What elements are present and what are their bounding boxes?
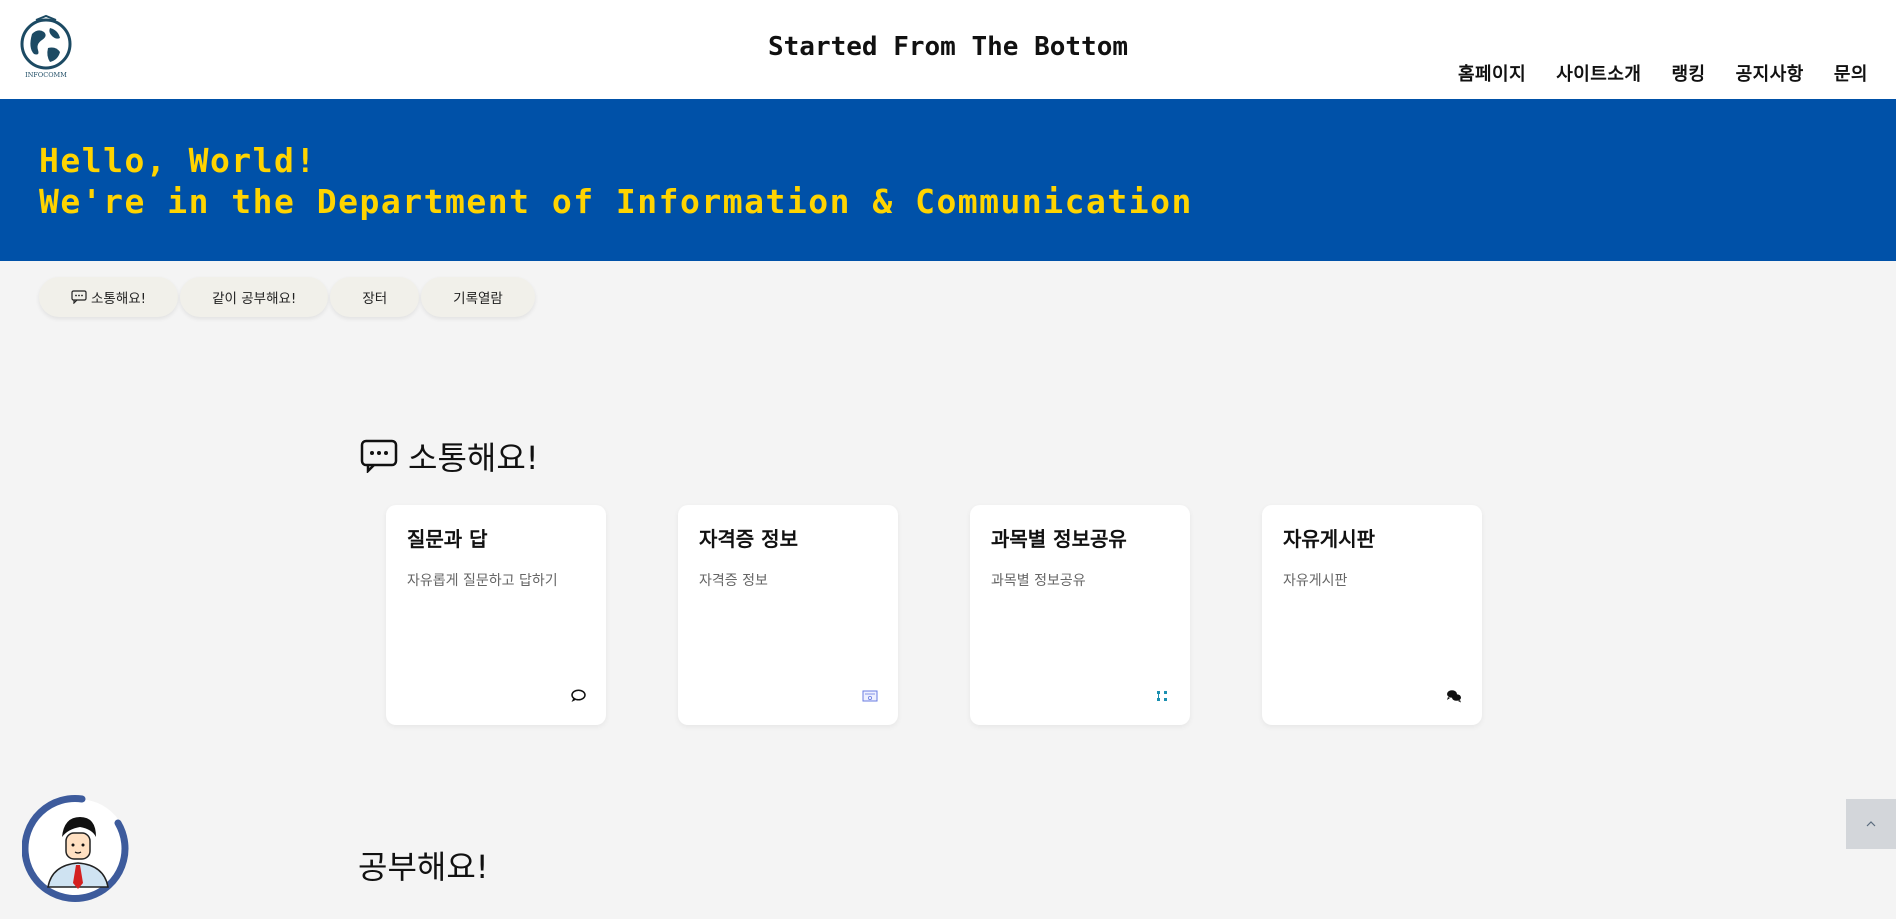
share-nodes-icon bbox=[1157, 691, 1167, 701]
section-title-text: 공부해요! bbox=[358, 848, 489, 886]
nav-home[interactable]: 홈페이지 bbox=[1458, 60, 1526, 86]
pill-label: 장터 bbox=[362, 291, 388, 307]
card-desc: 자유롭게 질문하고 답하기 bbox=[407, 573, 558, 589]
card-subject-share[interactable]: 과목별 정보공유 과목별 정보공유 bbox=[970, 505, 1190, 725]
chat-dots-icon bbox=[71, 290, 87, 304]
pill-communicate[interactable]: 소통해요! bbox=[39, 277, 179, 317]
nav-about[interactable]: 사이트소개 bbox=[1556, 60, 1641, 86]
chat-dots-icon bbox=[360, 439, 398, 473]
certificate-icon bbox=[862, 690, 878, 702]
pill-label: 기록열람 bbox=[453, 291, 503, 307]
comments-icon bbox=[1447, 690, 1461, 703]
section-title-study: 공부해요! bbox=[358, 842, 489, 888]
card-free-board[interactable]: 자유게시판 자유게시판 bbox=[1262, 505, 1482, 725]
site-title[interactable]: Started From The Bottom bbox=[0, 32, 1896, 62]
main-nav: 홈페이지 사이트소개 랭킹 공지사항 문의 bbox=[1458, 60, 1868, 86]
hero-line-1: Hello, World! bbox=[39, 141, 317, 180]
chevron-up-icon bbox=[1866, 821, 1876, 827]
pill-market[interactable]: 장터 bbox=[330, 277, 420, 317]
pill-label: 소통해요! bbox=[91, 291, 147, 307]
card-title: 과목별 정보공유 bbox=[991, 527, 1127, 551]
comment-icon bbox=[571, 689, 586, 702]
card-title: 자유게시판 bbox=[1283, 527, 1375, 551]
nav-notice[interactable]: 공지사항 bbox=[1736, 60, 1804, 86]
section-title-text: 소통해요! bbox=[408, 439, 539, 477]
pill-records[interactable]: 기록열람 bbox=[421, 277, 535, 317]
site-header: INFOCOMM Started From The Bottom 홈페이지 사이… bbox=[0, 0, 1896, 99]
card-certificate[interactable]: 자격증 정보 자격증 정보 bbox=[678, 505, 898, 725]
card-desc: 자유게시판 bbox=[1283, 573, 1348, 589]
card-title: 질문과 답 bbox=[407, 527, 488, 551]
card-desc: 자격증 정보 bbox=[699, 573, 768, 589]
nav-contact[interactable]: 문의 bbox=[1834, 60, 1868, 86]
hero-line-2: We're in the Department of Information &… bbox=[39, 182, 1193, 221]
pill-study-together[interactable]: 같이 공부해요! bbox=[180, 277, 329, 317]
hero-banner: Hello, World! We're in the Department of… bbox=[0, 99, 1896, 261]
category-pills: 소통해요! 같이 공부해요! 장터 기록열람 bbox=[39, 277, 535, 317]
nav-ranking[interactable]: 랭킹 bbox=[1672, 60, 1706, 86]
card-desc: 과목별 정보공유 bbox=[991, 573, 1086, 589]
card-title: 자격증 정보 bbox=[699, 527, 798, 551]
logo-text: INFOCOMM bbox=[25, 71, 67, 79]
scroll-top-button[interactable] bbox=[1846, 799, 1896, 849]
card-qna[interactable]: 질문과 답 자유롭게 질문하고 답하기 bbox=[386, 505, 606, 725]
section-title-communicate: 소통해요! bbox=[360, 433, 539, 479]
pill-label: 같이 공부해요! bbox=[212, 291, 297, 307]
user-avatar[interactable] bbox=[21, 793, 134, 905]
